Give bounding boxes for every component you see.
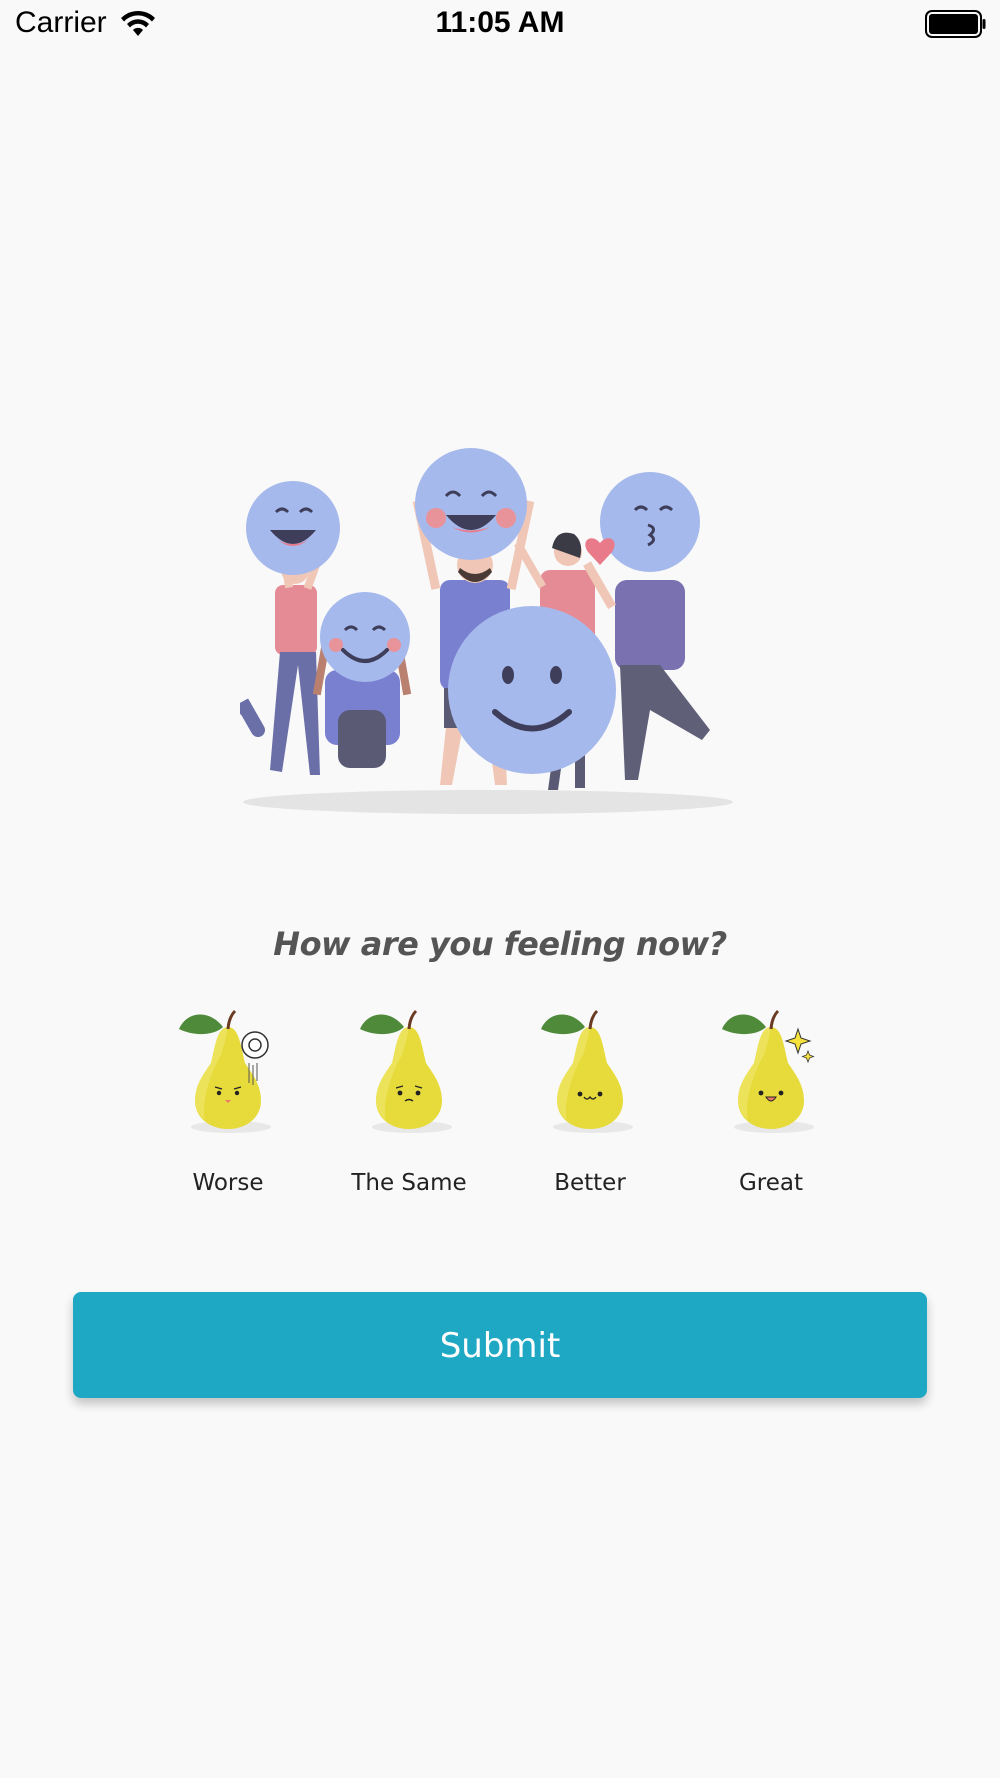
mood-label-great: Great (738, 1170, 804, 1196)
survey-question: How are you feeling now? (273, 925, 727, 963)
mood-option-worse[interactable]: Worse (148, 1005, 308, 1205)
mood-label-the-same: The Same (351, 1170, 467, 1196)
battery-icon (925, 10, 986, 38)
mood-label-worse: Worse (192, 1170, 264, 1196)
mood-survey-screen: Carrier 11:05 AM How are you feeling now… (0, 0, 1000, 1778)
mood-option-better[interactable]: Better (510, 1005, 670, 1205)
mood-option-the-same[interactable]: The Same (329, 1005, 489, 1205)
mood-option-great[interactable]: Great (691, 1005, 851, 1205)
pear-same-icon (360, 1009, 452, 1133)
pear-better-icon (541, 1009, 633, 1133)
mood-options: Worse The Same Better Great (0, 1005, 1000, 1205)
pear-great-icon (722, 1009, 815, 1133)
mood-label-better: Better (554, 1170, 626, 1196)
status-time: 11:05 AM (435, 6, 565, 39)
submit-button[interactable]: Submit (73, 1292, 927, 1398)
pear-worse-icon (179, 1009, 271, 1133)
happy-people-illustration (240, 448, 733, 814)
status-bar: Carrier 11:05 AM (0, 0, 1000, 50)
